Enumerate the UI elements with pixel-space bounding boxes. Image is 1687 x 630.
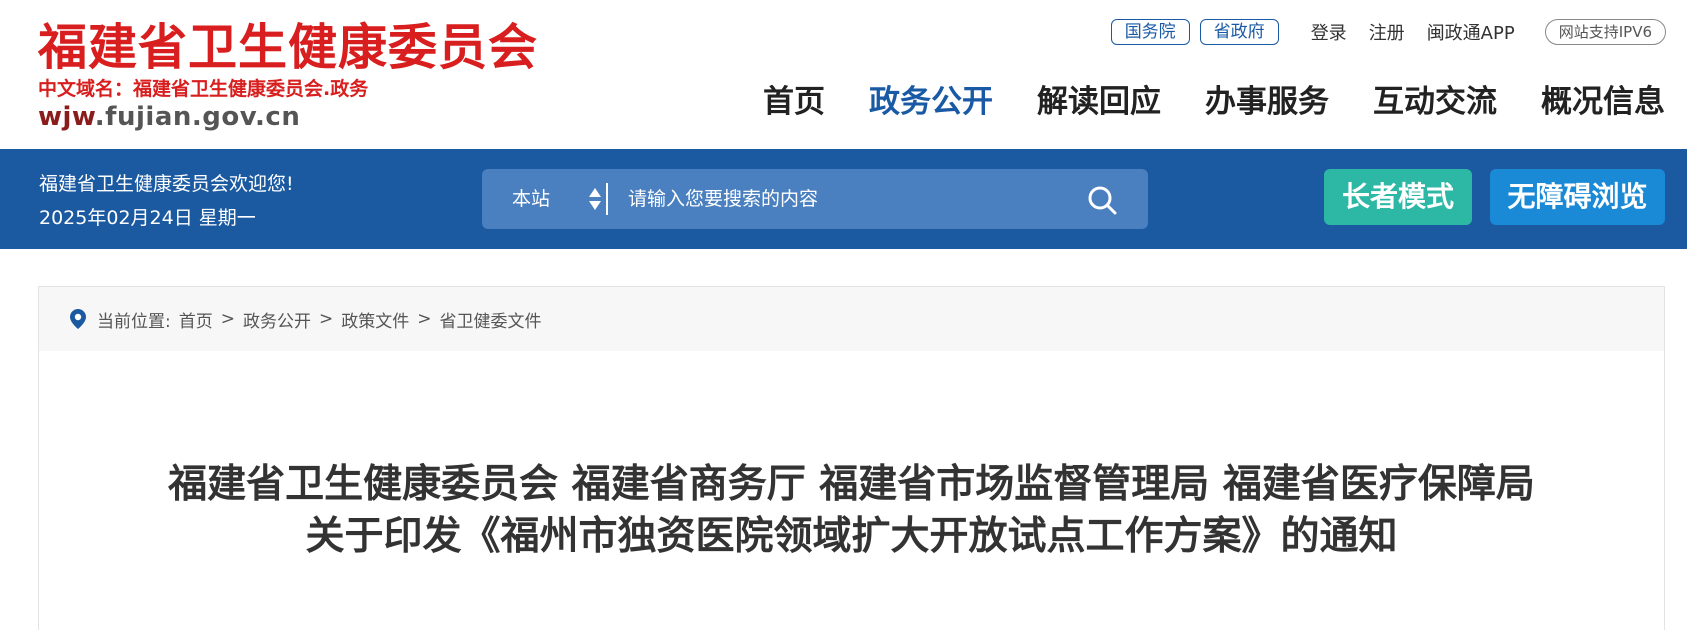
logo-domain-name: 中文域名：福建省卫生健康委员会.政务 bbox=[38, 78, 369, 100]
welcome-block: 福建省卫生健康委员会欢迎您! 2025年02月24日 星期一 bbox=[39, 167, 294, 235]
accessibility-button[interactable]: 无障碍浏览 bbox=[1490, 169, 1665, 225]
search-input[interactable] bbox=[628, 169, 1058, 229]
current-date: 2025年02月24日 星期一 bbox=[39, 207, 256, 229]
article-title: 福建省卫生健康委员会 福建省商务厅 福建省市场监督管理局 福建省医疗保障局 关于… bbox=[39, 459, 1664, 563]
welcome-text: 福建省卫生健康委员会欢迎您! bbox=[39, 173, 294, 195]
logo-url-prefix: wjw bbox=[38, 102, 95, 132]
logo-url: wjw.fujian.gov.cn bbox=[38, 101, 538, 133]
nav-services[interactable]: 办事服务 bbox=[1205, 80, 1329, 124]
main-nav: 首页 政务公开 解读回应 办事服务 互动交流 概况信息 bbox=[719, 80, 1665, 124]
breadcrumb-separator: > bbox=[318, 309, 334, 329]
nav-home[interactable]: 首页 bbox=[763, 80, 825, 124]
article-container: 当前位置: 首页 > 政务公开 > 政策文件 > 省卫健委文件 福建省卫生健康委… bbox=[38, 286, 1665, 630]
link-state-council[interactable]: 国务院 bbox=[1110, 19, 1190, 45]
elder-mode-button[interactable]: 长者模式 bbox=[1324, 169, 1472, 225]
breadcrumb-government-affairs[interactable]: 政务公开 bbox=[243, 307, 311, 332]
search-bar: 本站 bbox=[482, 169, 1148, 229]
site-logo[interactable]: 福建省卫生健康委员会 中文域名：福建省卫生健康委员会.政务 wjw.fujian… bbox=[38, 18, 538, 133]
login-link[interactable]: 登录 bbox=[1311, 19, 1347, 45]
nav-overview[interactable]: 概况信息 bbox=[1541, 80, 1665, 124]
nav-government-affairs[interactable]: 政务公开 bbox=[869, 80, 993, 124]
nav-interaction[interactable]: 互动交流 bbox=[1373, 80, 1497, 124]
search-scope-select[interactable]: 本站 bbox=[512, 169, 550, 229]
breadcrumb-home[interactable]: 首页 bbox=[179, 307, 213, 332]
welcome-search-band: 福建省卫生健康委员会欢迎您! 2025年02月24日 星期一 本站 长者模式 无… bbox=[0, 149, 1687, 249]
site-header: 福建省卫生健康委员会 中文域名：福建省卫生健康委员会.政务 wjw.fujian… bbox=[0, 0, 1687, 149]
breadcrumb-separator: > bbox=[417, 309, 432, 329]
logo-url-rest: .fujian.gov.cn bbox=[94, 102, 301, 132]
nav-interpretation[interactable]: 解读回应 bbox=[1037, 80, 1161, 124]
logo-title: 福建省卫生健康委员会 bbox=[38, 18, 539, 76]
minzhengtong-app-link[interactable]: 闽政通APP bbox=[1427, 19, 1515, 45]
link-provincial-government[interactable]: 省政府 bbox=[1199, 19, 1279, 45]
top-links: 国务院 省政府 登录 注册 闽政通APP 网站支持IPV6 bbox=[1110, 18, 1666, 46]
breadcrumb-commission-documents[interactable]: 省卫健委文件 bbox=[439, 307, 541, 332]
breadcrumb: 当前位置: 首页 > 政务公开 > 政策文件 > 省卫健委文件 bbox=[39, 287, 1664, 351]
search-icon[interactable] bbox=[1086, 184, 1118, 216]
breadcrumb-separator: > bbox=[220, 309, 235, 329]
breadcrumb-prefix: 当前位置: bbox=[97, 311, 171, 332]
sort-arrows-icon[interactable] bbox=[588, 186, 602, 212]
article-title-line1: 福建省卫生健康委员会 福建省商务厅 福建省市场监督管理局 福建省医疗保障局 bbox=[168, 462, 1535, 507]
register-link[interactable]: 注册 bbox=[1369, 19, 1405, 45]
breadcrumb-policy-documents[interactable]: 政策文件 bbox=[341, 307, 409, 332]
search-divider bbox=[606, 183, 608, 215]
location-pin-icon bbox=[70, 309, 86, 329]
article-title-line2: 关于印发《福州市独资医院领域扩大开放试点工作方案》的通知 bbox=[305, 514, 1398, 559]
ipv6-badge: 网站支持IPV6 bbox=[1544, 19, 1666, 45]
